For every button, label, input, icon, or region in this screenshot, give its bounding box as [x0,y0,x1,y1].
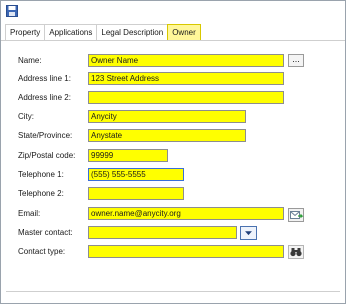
master-contact-label: Master contact: [18,228,73,237]
state-field[interactable]: Anystate [88,129,246,142]
name-label: Name: [18,56,42,65]
chevron-down-icon[interactable] [240,226,257,240]
floppy-disk-icon[interactable] [6,5,18,17]
binoculars-icon[interactable] [288,245,304,259]
owner-window: Property Applications Legal Description … [0,0,346,304]
address1-label: Address line 1: [18,74,71,83]
email-field[interactable]: owner.name@anycity.org [88,207,284,220]
city-field[interactable]: Anycity [88,110,246,123]
name-field[interactable]: Owner Name [88,54,284,67]
telephone2-label: Telephone 2: [18,189,64,198]
telephone2-field[interactable] [88,187,184,200]
contact-type-field[interactable] [88,245,284,258]
tab-applications[interactable]: Applications [44,24,98,40]
tab-legal-description[interactable]: Legal Description [96,24,169,40]
tab-divider [1,40,345,41]
zip-field[interactable]: 99999 [88,149,168,162]
toolbar [1,1,345,22]
address2-label: Address line 2: [18,93,71,102]
address1-field[interactable]: 123 Street Address [88,72,284,85]
contact-type-label: Contact type: [18,247,66,256]
city-label: City: [18,112,34,121]
tab-owner[interactable]: Owner [167,24,201,40]
telephone1-field[interactable]: (555) 555-5555 [88,168,184,181]
telephone1-label: Telephone 1: [18,170,64,179]
send-email-icon[interactable] [288,208,304,222]
address2-field[interactable] [88,91,284,104]
email-label: Email: [18,209,41,218]
tab-property[interactable]: Property [5,24,46,40]
name-lookup-button[interactable]: ... [288,54,304,67]
state-label: State/Province: [18,131,73,140]
tab-strip: Property Applications Legal Description … [5,24,201,40]
zip-label: Zip/Postal code: [18,151,76,160]
bottom-divider [6,291,340,292]
master-contact-field[interactable] [88,226,237,239]
